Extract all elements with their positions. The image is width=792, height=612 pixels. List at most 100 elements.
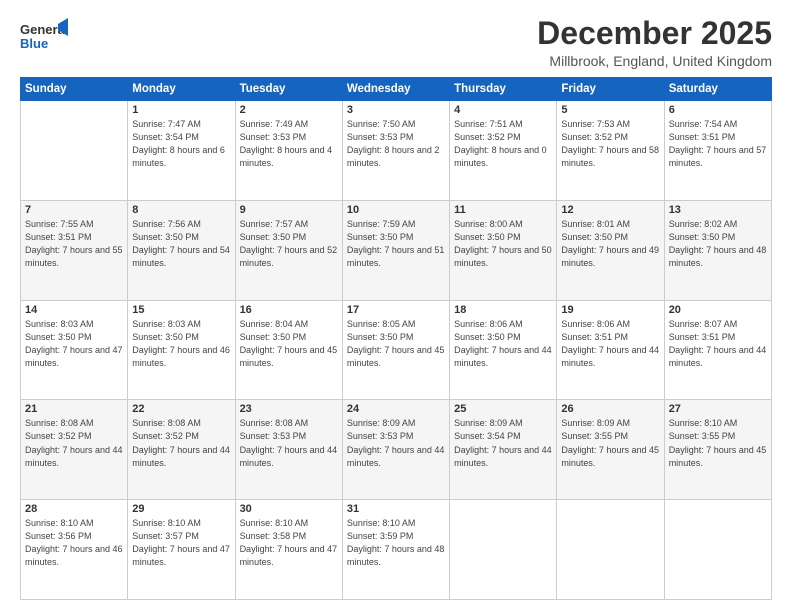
calendar-week-1: 1 Sunrise: 7:47 AM Sunset: 3:54 PM Daylig… (21, 101, 772, 201)
calendar-cell-w3-d0: 14 Sunrise: 8:03 AM Sunset: 3:50 PM Dayli… (21, 300, 128, 400)
calendar-cell-w2-d5: 12 Sunrise: 8:01 AM Sunset: 3:50 PM Dayli… (557, 200, 664, 300)
day-info: Sunrise: 8:05 AM Sunset: 3:50 PM Dayligh… (347, 318, 445, 370)
day-number: 6 (669, 104, 767, 116)
day-number: 12 (561, 204, 659, 216)
day-number: 5 (561, 104, 659, 116)
day-info: Sunrise: 8:03 AM Sunset: 3:50 PM Dayligh… (25, 318, 123, 370)
day-info: Sunrise: 8:10 AM Sunset: 3:59 PM Dayligh… (347, 517, 445, 569)
header-sunday: Sunday (21, 78, 128, 101)
month-title: December 2025 (537, 16, 772, 51)
header-saturday: Saturday (664, 78, 771, 101)
day-info: Sunrise: 7:47 AM Sunset: 3:54 PM Dayligh… (132, 118, 230, 170)
calendar-cell-w1-d6: 6 Sunrise: 7:54 AM Sunset: 3:51 PM Daylig… (664, 101, 771, 201)
day-number: 1 (132, 104, 230, 116)
day-number: 31 (347, 503, 445, 515)
calendar-cell-w2-d2: 9 Sunrise: 7:57 AM Sunset: 3:50 PM Daylig… (235, 200, 342, 300)
day-number: 25 (454, 403, 552, 415)
calendar-header-row: Sunday Monday Tuesday Wednesday Thursday… (21, 78, 772, 101)
day-info: Sunrise: 8:10 AM Sunset: 3:56 PM Dayligh… (25, 517, 123, 569)
calendar-cell-w2-d4: 11Sunrise: 8:00 AM Sunset: 3:50 PM Dayli… (450, 200, 557, 300)
calendar-cell-w5-d5 (557, 500, 664, 600)
day-number: 23 (240, 403, 338, 415)
day-info: Sunrise: 8:09 AM Sunset: 3:53 PM Dayligh… (347, 417, 445, 469)
calendar-cell-w4-d3: 24 Sunrise: 8:09 AM Sunset: 3:53 PM Dayli… (342, 400, 449, 500)
day-info: Sunrise: 8:08 AM Sunset: 3:53 PM Dayligh… (240, 417, 338, 469)
calendar-cell-w4-d1: 22 Sunrise: 8:08 AM Sunset: 3:52 PM Dayli… (128, 400, 235, 500)
day-info: Sunrise: 7:49 AM Sunset: 3:53 PM Dayligh… (240, 118, 338, 170)
day-number: 16 (240, 304, 338, 316)
day-number: 9 (240, 204, 338, 216)
day-info: Sunrise: 7:57 AM Sunset: 3:50 PM Dayligh… (240, 218, 338, 270)
calendar-cell-w4-d4: 25 Sunrise: 8:09 AM Sunset: 3:54 PM Dayli… (450, 400, 557, 500)
svg-text:Blue: Blue (20, 36, 48, 51)
calendar-cell-w2-d0: 7 Sunrise: 7:55 AM Sunset: 3:51 PM Daylig… (21, 200, 128, 300)
day-number: 3 (347, 104, 445, 116)
day-number: 18 (454, 304, 552, 316)
header-monday: Monday (128, 78, 235, 101)
calendar-cell-w4-d5: 26Sunrise: 8:09 AM Sunset: 3:55 PM Dayli… (557, 400, 664, 500)
calendar-cell-w3-d4: 18 Sunrise: 8:06 AM Sunset: 3:50 PM Dayli… (450, 300, 557, 400)
header-thursday: Thursday (450, 78, 557, 101)
logo: General Blue (20, 16, 68, 63)
day-info: Sunrise: 8:06 AM Sunset: 3:50 PM Dayligh… (454, 318, 552, 370)
title-block: December 2025 Millbrook, England, United… (537, 16, 772, 69)
calendar-cell-w2-d6: 13 Sunrise: 8:02 AM Sunset: 3:50 PM Dayli… (664, 200, 771, 300)
calendar-cell-w4-d0: 21 Sunrise: 8:08 AM Sunset: 3:52 PM Dayli… (21, 400, 128, 500)
day-info: Sunrise: 7:59 AM Sunset: 3:50 PM Dayligh… (347, 218, 445, 270)
calendar-cell-w5-d4 (450, 500, 557, 600)
day-info: Sunrise: 8:10 AM Sunset: 3:55 PM Dayligh… (669, 417, 767, 469)
calendar-cell-w1-d1: 1 Sunrise: 7:47 AM Sunset: 3:54 PM Daylig… (128, 101, 235, 201)
day-info: Sunrise: 8:06 AM Sunset: 3:51 PM Dayligh… (561, 318, 659, 370)
day-info: Sunrise: 8:02 AM Sunset: 3:50 PM Dayligh… (669, 218, 767, 270)
calendar-cell-w3-d5: 19Sunrise: 8:06 AM Sunset: 3:51 PM Dayli… (557, 300, 664, 400)
calendar-cell-w3-d6: 20 Sunrise: 8:07 AM Sunset: 3:51 PM Dayli… (664, 300, 771, 400)
day-number: 29 (132, 503, 230, 515)
day-info: Sunrise: 8:01 AM Sunset: 3:50 PM Dayligh… (561, 218, 659, 270)
day-info: Sunrise: 8:08 AM Sunset: 3:52 PM Dayligh… (132, 417, 230, 469)
day-number: 24 (347, 403, 445, 415)
calendar-cell-w1-d3: 3Sunrise: 7:50 AM Sunset: 3:53 PM Daylig… (342, 101, 449, 201)
day-number: 20 (669, 304, 767, 316)
day-info: Sunrise: 8:10 AM Sunset: 3:58 PM Dayligh… (240, 517, 338, 569)
calendar-cell-w4-d2: 23 Sunrise: 8:08 AM Sunset: 3:53 PM Dayli… (235, 400, 342, 500)
day-info: Sunrise: 7:56 AM Sunset: 3:50 PM Dayligh… (132, 218, 230, 270)
calendar-cell-w3-d3: 17Sunrise: 8:05 AM Sunset: 3:50 PM Dayli… (342, 300, 449, 400)
calendar-week-5: 28 Sunrise: 8:10 AM Sunset: 3:56 PM Dayli… (21, 500, 772, 600)
day-info: Sunrise: 8:00 AM Sunset: 3:50 PM Dayligh… (454, 218, 552, 270)
calendar-cell-w5-d6 (664, 500, 771, 600)
day-number: 28 (25, 503, 123, 515)
day-info: Sunrise: 7:53 AM Sunset: 3:52 PM Dayligh… (561, 118, 659, 170)
day-number: 30 (240, 503, 338, 515)
calendar-cell-w2-d1: 8 Sunrise: 7:56 AM Sunset: 3:50 PM Daylig… (128, 200, 235, 300)
calendar-cell-w1-d4: 4Sunrise: 7:51 AM Sunset: 3:52 PM Daylig… (450, 101, 557, 201)
day-number: 2 (240, 104, 338, 116)
day-info: Sunrise: 7:55 AM Sunset: 3:51 PM Dayligh… (25, 218, 123, 270)
day-info: Sunrise: 8:09 AM Sunset: 3:54 PM Dayligh… (454, 417, 552, 469)
page: General Blue December 2025 Millbrook, En… (0, 0, 792, 612)
calendar-cell-w4-d6: 27 Sunrise: 8:10 AM Sunset: 3:55 PM Dayli… (664, 400, 771, 500)
day-number: 21 (25, 403, 123, 415)
calendar-cell-w5-d1: 29Sunrise: 8:10 AM Sunset: 3:57 PM Dayli… (128, 500, 235, 600)
day-number: 8 (132, 204, 230, 216)
day-info: Sunrise: 8:04 AM Sunset: 3:50 PM Dayligh… (240, 318, 338, 370)
location: Millbrook, England, United Kingdom (537, 53, 772, 69)
day-number: 10 (347, 204, 445, 216)
day-number: 7 (25, 204, 123, 216)
day-number: 27 (669, 403, 767, 415)
day-number: 14 (25, 304, 123, 316)
day-info: Sunrise: 8:07 AM Sunset: 3:51 PM Dayligh… (669, 318, 767, 370)
calendar-cell-w5-d0: 28 Sunrise: 8:10 AM Sunset: 3:56 PM Dayli… (21, 500, 128, 600)
day-info: Sunrise: 8:08 AM Sunset: 3:52 PM Dayligh… (25, 417, 123, 469)
day-info: Sunrise: 7:54 AM Sunset: 3:51 PM Dayligh… (669, 118, 767, 170)
calendar-cell-w5-d2: 30 Sunrise: 8:10 AM Sunset: 3:58 PM Dayli… (235, 500, 342, 600)
calendar-week-3: 14 Sunrise: 8:03 AM Sunset: 3:50 PM Dayli… (21, 300, 772, 400)
calendar-week-2: 7 Sunrise: 7:55 AM Sunset: 3:51 PM Daylig… (21, 200, 772, 300)
calendar-week-4: 21 Sunrise: 8:08 AM Sunset: 3:52 PM Dayli… (21, 400, 772, 500)
day-number: 26 (561, 403, 659, 415)
day-number: 22 (132, 403, 230, 415)
day-number: 13 (669, 204, 767, 216)
header-wednesday: Wednesday (342, 78, 449, 101)
calendar-cell-w2-d3: 10 Sunrise: 7:59 AM Sunset: 3:50 PM Dayli… (342, 200, 449, 300)
header-tuesday: Tuesday (235, 78, 342, 101)
day-info: Sunrise: 7:51 AM Sunset: 3:52 PM Dayligh… (454, 118, 552, 170)
